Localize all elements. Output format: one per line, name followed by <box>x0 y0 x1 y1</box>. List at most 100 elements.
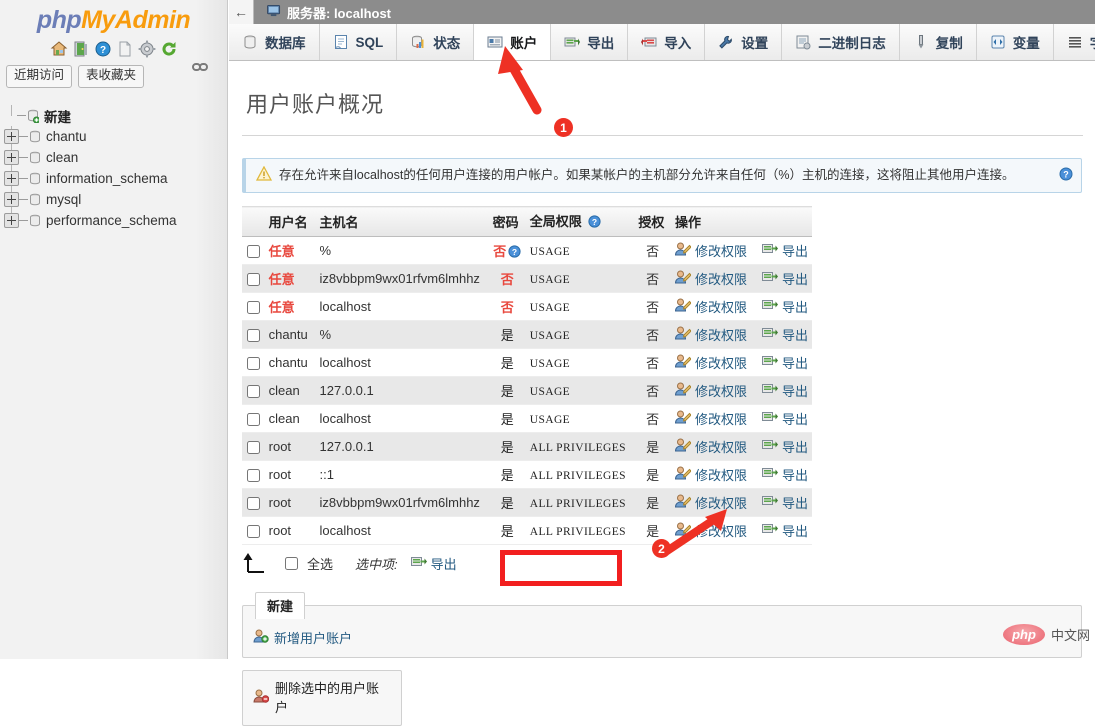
edit-privileges-icon[interactable] <box>674 354 692 371</box>
edit-privileges-icon[interactable] <box>674 494 692 511</box>
export-link[interactable]: 导出 <box>782 269 808 288</box>
export-link[interactable]: 导出 <box>782 465 808 484</box>
row-checkbox[interactable] <box>246 441 260 455</box>
row-checkbox[interactable] <box>246 385 260 399</box>
edit-privileges-icon[interactable] <box>674 242 692 259</box>
export-icon[interactable] <box>761 355 778 370</box>
export-icon[interactable] <box>761 327 778 342</box>
tab-binary-log[interactable]: 二进制日志 <box>782 24 900 60</box>
tab-export[interactable]: 导出 <box>551 24 629 60</box>
add-user-account-label[interactable]: 新增用户账户 <box>274 628 352 647</box>
logout-icon[interactable] <box>72 40 90 58</box>
tab-variables[interactable]: 变量 <box>976 24 1054 60</box>
row-checkbox[interactable] <box>246 245 260 259</box>
tree-item-clean[interactable]: clean <box>0 147 228 168</box>
tab-status[interactable]: 状态 <box>397 24 475 60</box>
export-link[interactable]: 导出 <box>782 409 808 428</box>
back-button[interactable]: ← <box>229 0 254 24</box>
tab-sql[interactable]: SQL <box>319 24 398 60</box>
th-grant[interactable]: 授权 <box>634 206 671 237</box>
help-circle-icon[interactable]: ? <box>506 244 521 259</box>
export-icon[interactable] <box>761 299 778 314</box>
edit-privileges-icon[interactable] <box>674 382 692 399</box>
export-link[interactable]: 导出 <box>782 353 808 372</box>
recent-tables-button[interactable]: 近期访问 <box>6 65 73 88</box>
export-link[interactable]: 导出 <box>782 381 808 400</box>
reload-icon[interactable] <box>160 40 178 58</box>
tree-item-label[interactable]: mysql <box>46 192 81 207</box>
edit-privileges-link[interactable]: 修改权限 <box>695 409 747 428</box>
export-icon[interactable] <box>761 411 778 426</box>
tab-settings[interactable]: 设置 <box>705 24 783 60</box>
settings-icon[interactable] <box>138 40 156 58</box>
export-icon[interactable] <box>761 495 778 510</box>
th-username[interactable]: 用户名 <box>264 206 316 237</box>
export-icon[interactable] <box>761 243 778 258</box>
bulk-export-button[interactable]: 导出 <box>410 554 457 573</box>
export-link[interactable]: 导出 <box>782 493 808 512</box>
row-checkbox[interactable] <box>246 301 260 315</box>
phpmyadmin-logo[interactable]: phpMyAdmin <box>0 0 227 33</box>
select-all-label[interactable]: 全选 <box>307 554 333 573</box>
edit-privileges-link[interactable]: 修改权限 <box>695 437 747 456</box>
tree-item-label[interactable]: performance_schema <box>46 213 177 228</box>
tree-item-label[interactable]: information_schema <box>46 171 168 186</box>
edit-privileges-link[interactable]: 修改权限 <box>695 521 747 540</box>
tree-item-label[interactable]: clean <box>46 150 78 165</box>
row-checkbox[interactable] <box>246 497 260 511</box>
edit-privileges-icon[interactable] <box>674 438 692 455</box>
home-icon[interactable] <box>50 40 68 58</box>
edit-privileges-link[interactable]: 修改权限 <box>695 465 747 484</box>
tab-databases[interactable]: 数据库 <box>229 24 320 60</box>
edit-privileges-icon[interactable] <box>674 270 692 287</box>
export-link[interactable]: 导出 <box>782 241 808 260</box>
add-user-account-link[interactable]: 新增用户账户 <box>253 628 1071 647</box>
tree-expand-icon[interactable] <box>4 150 19 165</box>
row-checkbox[interactable] <box>246 469 260 483</box>
edit-privileges-link[interactable]: 修改权限 <box>695 353 747 372</box>
tree-item-new[interactable]: 新建 <box>0 105 228 126</box>
export-icon[interactable] <box>761 271 778 286</box>
edit-privileges-link[interactable]: 修改权限 <box>695 269 747 288</box>
th-global-privileges[interactable]: 全局权限 ? <box>525 206 635 237</box>
docs-icon[interactable] <box>116 40 134 58</box>
tab-import[interactable]: 导入 <box>628 24 706 60</box>
row-checkbox[interactable] <box>246 273 260 287</box>
export-link[interactable]: 导出 <box>782 521 808 540</box>
edit-privileges-link[interactable]: 修改权限 <box>695 381 747 400</box>
help-circle-icon[interactable]: ? <box>1059 167 1073 184</box>
tree-item-performance-schema[interactable]: performance_schema <box>0 210 228 231</box>
export-icon[interactable] <box>761 439 778 454</box>
tree-expand-icon[interactable] <box>4 213 19 228</box>
edit-privileges-icon[interactable] <box>674 410 692 427</box>
bulk-export-label[interactable]: 导出 <box>431 554 457 573</box>
export-link[interactable]: 导出 <box>782 325 808 344</box>
tree-item-information-schema[interactable]: information_schema <box>0 168 228 189</box>
export-link[interactable]: 导出 <box>782 437 808 456</box>
row-checkbox[interactable] <box>246 525 260 539</box>
export-icon[interactable] <box>761 383 778 398</box>
tree-item-mysql[interactable]: mysql <box>0 189 228 210</box>
edit-privileges-icon[interactable] <box>674 326 692 343</box>
export-link[interactable]: 导出 <box>782 297 808 316</box>
help-icon[interactable]: ? <box>94 40 112 58</box>
edit-privileges-link[interactable]: 修改权限 <box>695 493 747 512</box>
th-hostname[interactable]: 主机名 <box>315 206 489 237</box>
tree-expand-icon[interactable] <box>4 171 19 186</box>
row-checkbox[interactable] <box>246 357 260 371</box>
edit-privileges-link[interactable]: 修改权限 <box>695 241 747 260</box>
row-checkbox[interactable] <box>246 329 260 343</box>
tab-charset[interactable]: 字符集 <box>1053 24 1095 60</box>
delete-selected-users-button[interactable]: 删除选中的用户账户 <box>242 670 402 726</box>
edit-privileges-icon[interactable] <box>674 298 692 315</box>
tree-expand-icon[interactable] <box>4 129 19 144</box>
edit-privileges-icon[interactable] <box>674 522 692 539</box>
select-all-checkbox[interactable] <box>285 556 298 570</box>
tree-item-chantu[interactable]: chantu <box>0 126 228 147</box>
tab-accounts[interactable]: 账户 <box>474 24 552 60</box>
export-icon[interactable] <box>761 523 778 538</box>
row-checkbox[interactable] <box>246 413 260 427</box>
tree-expand-icon[interactable] <box>4 192 19 207</box>
link-icon[interactable] <box>192 61 208 73</box>
edit-privileges-link[interactable]: 修改权限 <box>695 297 747 316</box>
